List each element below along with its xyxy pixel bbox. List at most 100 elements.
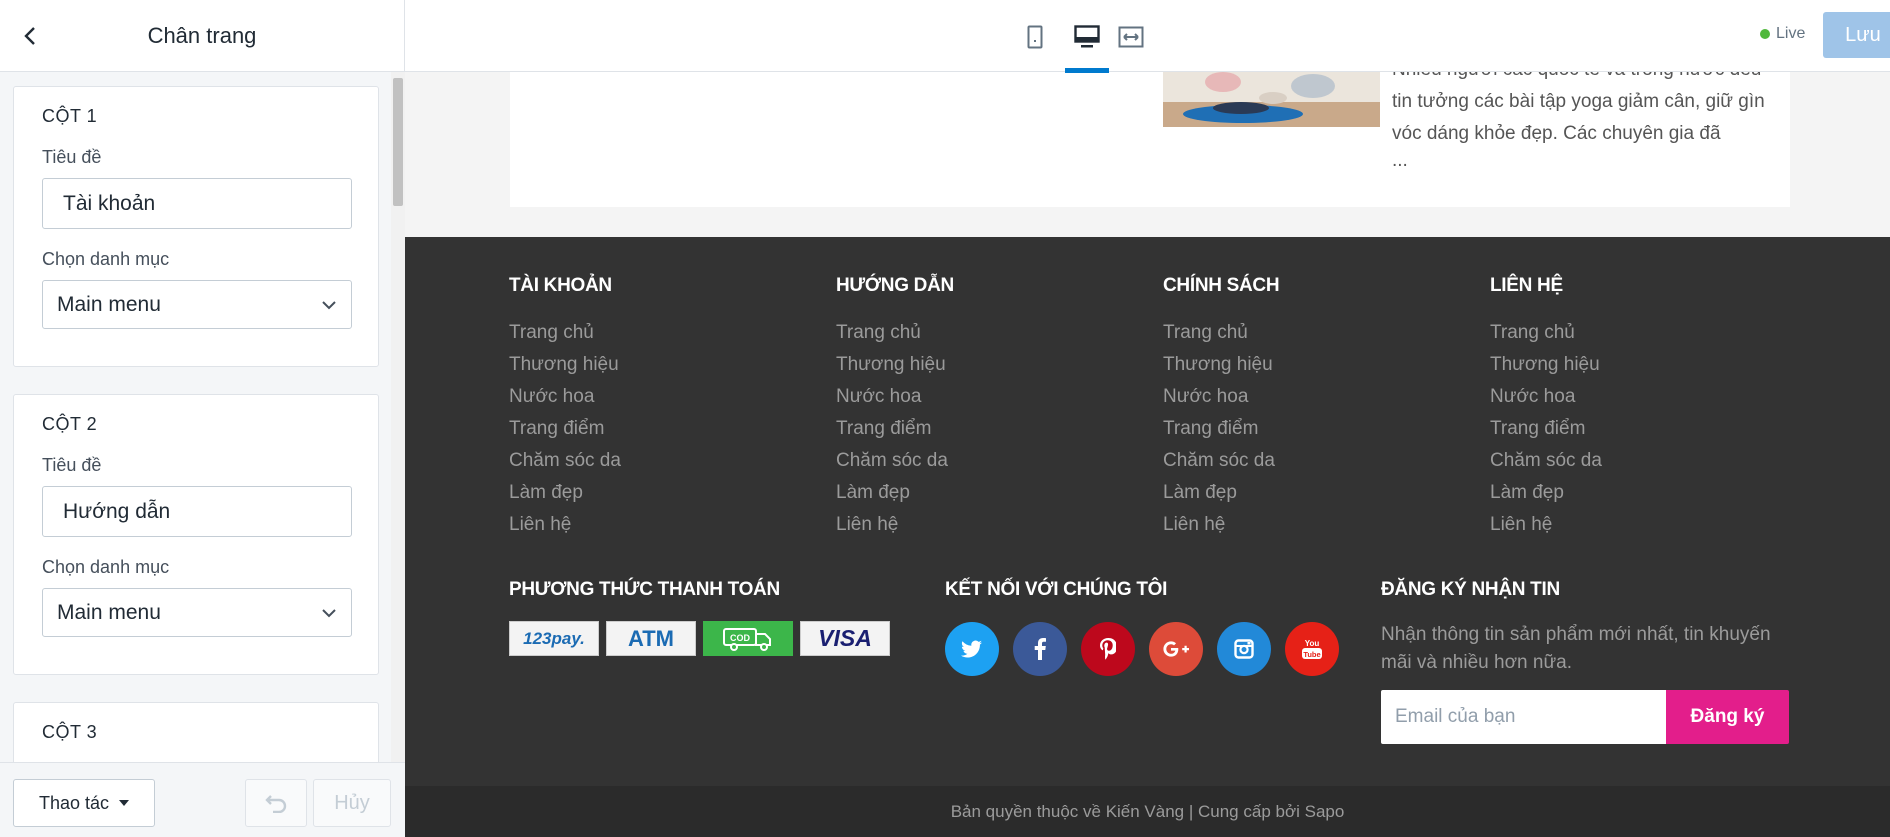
- footer-link[interactable]: Trang điểm: [836, 413, 948, 445]
- menu-select-value: Main menu: [57, 600, 161, 624]
- site-footer: TÀI KHOẢN Trang chủ Thương hiệu Nước hoa…: [405, 237, 1890, 786]
- column-links: Trang chủ Thương hiệu Nước hoa Trang điể…: [836, 317, 948, 541]
- svg-text:COD: COD: [730, 633, 751, 643]
- footer-link[interactable]: Trang điểm: [1490, 413, 1602, 445]
- mobile-view-button[interactable]: [1015, 20, 1055, 54]
- svg-text:You: You: [1305, 639, 1320, 648]
- column-links: Trang chủ Thương hiệu Nước hoa Trang điể…: [509, 317, 621, 541]
- sidebar-scrollbar[interactable]: [391, 72, 405, 762]
- card-heading: CỘT 1: [42, 106, 98, 126]
- footer-link[interactable]: Làm đẹp: [836, 477, 948, 509]
- sidebar-scroll-area[interactable]: CỘT 1 Tiêu đề Tài khoản Chọn danh mục Ma…: [0, 72, 405, 762]
- footer-link[interactable]: Thương hiệu: [836, 349, 948, 381]
- desktop-icon: [1074, 25, 1100, 48]
- footer-link[interactable]: Liên hệ: [1490, 509, 1602, 541]
- footer-link[interactable]: Liên hệ: [1163, 509, 1275, 541]
- live-label: Live: [1776, 25, 1806, 42]
- footer-link[interactable]: Thương hiệu: [1490, 349, 1602, 381]
- column-2-card: CỘT 2 Tiêu đề Hướng dẫn Chọn danh mục Ma…: [13, 394, 379, 675]
- desktop-view-button[interactable]: [1067, 20, 1107, 54]
- pinterest-icon[interactable]: [1081, 622, 1135, 676]
- blog-post-card: Nhiều người các quốc tế và trong nước đề…: [510, 72, 1790, 207]
- menu-select[interactable]: Main menu: [42, 280, 352, 329]
- sidebar-footer: Thao tác Hủy: [0, 762, 405, 837]
- column-heading: TÀI KHOẢN: [509, 275, 612, 296]
- menu-select[interactable]: Main menu: [42, 588, 352, 637]
- footer-link[interactable]: Trang chủ: [1490, 317, 1602, 349]
- scrollbar-thumb[interactable]: [393, 78, 403, 206]
- expand-horizontal-icon: [1118, 26, 1144, 48]
- undo-button[interactable]: [245, 779, 307, 827]
- cod-truck-icon: COD: [703, 621, 793, 656]
- column-1-card: CỘT 1 Tiêu đề Tài khoản Chọn danh mục Ma…: [13, 86, 379, 367]
- footer-link[interactable]: Chăm sóc da: [1490, 445, 1602, 477]
- title-input[interactable]: Tài khoản: [42, 178, 352, 229]
- footer-link[interactable]: Nước hoa: [509, 381, 621, 413]
- preview-toolbar: Live Lưu: [405, 0, 1890, 73]
- store-preview[interactable]: Nhiều người các quốc tế và trong nước đề…: [405, 72, 1890, 837]
- cancel-button[interactable]: Hủy: [313, 779, 391, 827]
- title-label: Tiêu đề: [42, 455, 102, 475]
- footer-link[interactable]: Chăm sóc da: [509, 445, 621, 477]
- newsletter-email-input[interactable]: Email của bạn: [1381, 690, 1666, 744]
- atm-logo: ATM: [606, 621, 696, 656]
- svg-text:Tube: Tube: [1303, 650, 1320, 659]
- menu-label: Chọn danh mục: [42, 557, 170, 577]
- undo-icon: [265, 795, 287, 813]
- visa-logo: VISA: [800, 621, 890, 656]
- card-heading: CỘT 2: [42, 414, 98, 434]
- chevron-left-icon: [24, 27, 35, 45]
- footer-link[interactable]: Chăm sóc da: [1163, 445, 1275, 477]
- post-excerpt: Nhiều người các quốc tế và trong nước đề…: [1392, 72, 1765, 144]
- footer-link[interactable]: Nước hoa: [836, 381, 948, 413]
- footer-link[interactable]: Làm đẹp: [509, 477, 621, 509]
- footer-link[interactable]: Trang chủ: [509, 317, 621, 349]
- footer-link[interactable]: Nước hoa: [1163, 381, 1275, 413]
- back-button[interactable]: [16, 22, 44, 50]
- fullwidth-view-button[interactable]: [1111, 20, 1151, 54]
- actions-dropdown-button[interactable]: Thao tác: [13, 779, 155, 827]
- settings-sidebar: Chân trang CỘT 1 Tiêu đề Tài khoản Chọn …: [0, 0, 405, 837]
- newsletter-description: Nhận thông tin sản phẩm mới nhất, tin kh…: [1381, 624, 1771, 673]
- twitter-icon[interactable]: [945, 622, 999, 676]
- footer-link[interactable]: Làm đẹp: [1163, 477, 1275, 509]
- google-plus-icon[interactable]: [1149, 622, 1203, 676]
- menu-label: Chọn danh mục: [42, 249, 170, 269]
- active-device-indicator: [1065, 68, 1109, 73]
- column-links: Trang chủ Thương hiệu Nước hoa Trang điể…: [1163, 317, 1275, 541]
- title-input[interactable]: Hướng dẫn: [42, 486, 352, 537]
- footer-link[interactable]: Làm đẹp: [1490, 477, 1602, 509]
- sidebar-title: Chân trang: [147, 22, 257, 48]
- column-heading: CHÍNH SÁCH: [1163, 275, 1280, 296]
- yoga-post-image[interactable]: [1163, 72, 1380, 127]
- footer-link[interactable]: Nước hoa: [1490, 381, 1602, 413]
- save-button[interactable]: Lưu: [1823, 12, 1890, 58]
- payment-heading: PHƯƠNG THỨC THANH TOÁN: [509, 579, 780, 600]
- footer-link[interactable]: Liên hệ: [509, 509, 621, 541]
- footer-link[interactable]: Trang chủ: [1163, 317, 1275, 349]
- footer-link[interactable]: Trang điểm: [509, 413, 621, 445]
- footer-link[interactable]: Chăm sóc da: [836, 445, 948, 477]
- column-links: Trang chủ Thương hiệu Nước hoa Trang điể…: [1490, 317, 1602, 541]
- facebook-icon[interactable]: [1013, 622, 1067, 676]
- newsletter-heading: ĐĂNG KÝ NHẬN TIN: [1381, 579, 1560, 600]
- footer-link[interactable]: Trang điểm: [1163, 413, 1275, 445]
- footer-link[interactable]: Thương hiệu: [509, 349, 621, 381]
- live-dot-icon: [1760, 29, 1770, 39]
- 123pay-logo: 123pay.: [509, 621, 599, 656]
- footer-link[interactable]: Trang chủ: [836, 317, 948, 349]
- card-heading: CỘT 3: [42, 722, 98, 742]
- chevron-down-icon: [322, 608, 336, 617]
- live-status: Live: [1760, 25, 1805, 43]
- youtube-icon[interactable]: You Tube: [1285, 622, 1339, 676]
- mobile-icon: [1027, 25, 1043, 49]
- menu-select-value: Main menu: [57, 292, 161, 316]
- subscribe-button[interactable]: Đăng ký: [1666, 690, 1789, 744]
- sidebar-header: Chân trang: [0, 0, 404, 72]
- footer-link[interactable]: Thương hiệu: [1163, 349, 1275, 381]
- caret-down-icon: [119, 800, 130, 806]
- copyright-bar: Bản quyền thuộc về Kiến Vàng | Cung cấp …: [405, 786, 1890, 837]
- footer-link[interactable]: Liên hệ: [836, 509, 948, 541]
- instagram-icon[interactable]: [1217, 622, 1271, 676]
- column-3-card: CỘT 3: [13, 702, 379, 762]
